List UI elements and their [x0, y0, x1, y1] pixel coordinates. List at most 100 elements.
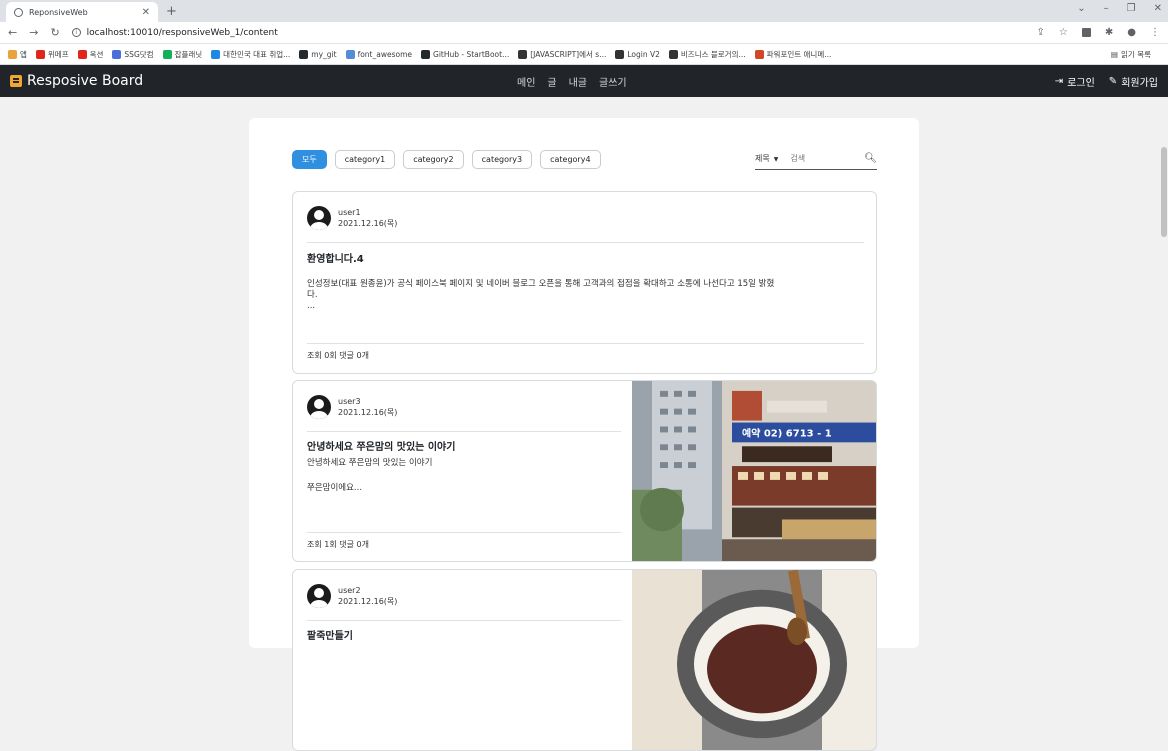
menu-item-posts[interactable]: 글 — [547, 74, 556, 89]
tab-search-icon[interactable]: ⌄ — [1077, 3, 1085, 14]
bookmark-item[interactable]: 옥션 — [77, 49, 103, 60]
divider — [307, 242, 864, 243]
page-scrollbar[interactable] — [1160, 97, 1168, 635]
user-edit-icon: ✎ — [1108, 75, 1118, 87]
back-icon[interactable]: ← — [8, 26, 17, 39]
post-excerpt: 인성정보(대표 원종윤)가 공식 페이스북 페이지 및 네이버 블로그 오픈을 … — [307, 279, 775, 311]
post-date: 2021.12.16(목) — [338, 219, 398, 228]
bookmark-item[interactable]: my_git — [299, 49, 337, 59]
user-avatar-icon — [307, 584, 331, 608]
main-menu: 메인 글 내글 글쓰기 — [517, 74, 627, 89]
forward-icon[interactable]: → — [29, 26, 38, 39]
divider — [307, 343, 864, 344]
menu-item-write[interactable]: 글쓰기 — [599, 74, 627, 89]
bookmark-item[interactable]: font_awesome — [345, 49, 412, 59]
post-date: 2021.12.16(목) — [338, 597, 398, 606]
menu-item-main[interactable]: 메인 — [517, 74, 535, 89]
post-stats: 조회 0회 댓글 0개 — [307, 351, 369, 360]
bookmark-item[interactable]: 비즈니스 블로거의... — [668, 49, 746, 60]
profile-icon[interactable]: ● — [1127, 27, 1136, 38]
browser-tab[interactable]: ReponsiveWeb ✕ — [6, 2, 158, 22]
filter-category4[interactable]: category4 — [540, 150, 601, 169]
bookmark-item[interactable]: 잡플래닛 — [162, 49, 202, 60]
kebab-menu-icon[interactable]: ⋮ — [1150, 27, 1160, 38]
filter-category1[interactable]: category1 — [334, 150, 396, 169]
bookmark-item[interactable]: 위메프 — [35, 49, 69, 60]
bookmark-favicon-icon — [77, 49, 87, 59]
tab-close-icon[interactable]: ✕ — [142, 7, 150, 18]
bookmark-item[interactable]: [JAVASCRIPT]에서 s... — [518, 49, 606, 60]
post-thumbnail-image[interactable]: 예약 02) 6713 - 1 — [632, 381, 876, 561]
login-link[interactable]: ⇥ 로그인 — [1055, 74, 1095, 89]
post-author: user1 — [338, 208, 361, 217]
divider — [307, 620, 621, 621]
filter-all[interactable]: 모두 — [292, 150, 327, 169]
divider — [307, 532, 621, 533]
post-excerpt: 안녕하세요 쭈은맘의 맛있는 이야기 — [307, 458, 433, 468]
post-title[interactable]: 안녕하세요 쭈은맘의 맛있는 이야기 — [307, 438, 455, 453]
post-meta: user3 2021.12.16(목) — [307, 395, 397, 419]
window-controls: ⌄ – ❐ ✕ — [1077, 3, 1162, 14]
url-field[interactable]: i localhost:10010/responsiveWeb_1/conten… — [71, 27, 1037, 38]
bookmark-item[interactable]: Login V2 — [615, 49, 660, 59]
post-card[interactable]: user3 2021.12.16(목) 안녕하세요 쭈은맘의 맛있는 이야기 안… — [292, 380, 877, 562]
divider — [307, 431, 621, 432]
close-window-icon[interactable]: ✕ — [1154, 3, 1162, 14]
search-bar: 제목▼ 🔍︎ — [755, 148, 877, 170]
bookmark-favicon-icon — [162, 49, 172, 59]
bookmark-item[interactable]: 파워포인트 애니메... — [754, 49, 831, 60]
category-filters: 모두 category1 category2 category3 categor… — [292, 150, 601, 169]
filter-category3[interactable]: category3 — [471, 150, 533, 169]
caret-down-icon: ▼ — [773, 156, 779, 163]
post-title[interactable]: 환영합니다.4 — [307, 250, 364, 265]
address-bar: ← → ↻ i localhost:10010/responsiveWeb_1/… — [0, 22, 1168, 44]
filter-category2[interactable]: category2 — [403, 150, 464, 169]
sign-text: 예약 02) 6713 - 1 — [742, 426, 832, 439]
extension-icon[interactable] — [1081, 28, 1091, 37]
scrollbar-thumb[interactable] — [1161, 147, 1167, 237]
search-type-select[interactable]: 제목 ▼ — [755, 153, 778, 164]
bookmark-favicon-icon — [35, 49, 45, 59]
auth-links: ⇥ 로그인 ✎ 회원가입 — [1055, 74, 1158, 89]
flag-icon — [345, 49, 355, 59]
home-icon — [615, 49, 625, 59]
post-author: user2 — [338, 586, 361, 595]
browser-tab-strip: ReponsiveWeb ✕ + ⌄ – ❐ ✕ — [0, 0, 1168, 22]
star-icon[interactable]: ☆ — [1059, 27, 1068, 38]
puzzle-icon[interactable]: ✱ — [1105, 27, 1113, 38]
globe-icon — [14, 7, 23, 17]
post-thumbnail-image[interactable] — [632, 570, 876, 750]
post-author: user3 — [338, 397, 361, 406]
minimize-icon[interactable]: – — [1104, 3, 1109, 14]
site-navbar: Resposive Board 메인 글 내글 글쓰기 ⇥ 로그인 ✎ 회원가입 — [0, 65, 1168, 97]
post-meta: user1 2021.12.16(목) — [307, 206, 397, 230]
bookmarks-bar: 앱 위메프 옥션 SSG닷컴 잡플래닛 대한민국 대표 취업... my_git… — [0, 44, 1168, 65]
info-icon[interactable]: i — [71, 28, 81, 37]
reading-list[interactable]: ▤ 읽기 목록 — [1111, 49, 1151, 60]
brand-name: Resposive Board — [27, 73, 144, 89]
post-card[interactable]: user2 2021.12.16(목) 팥죽만들기 — [292, 569, 877, 751]
bookmark-item[interactable]: 앱 — [8, 49, 27, 60]
signup-link[interactable]: ✎ 회원가입 — [1109, 74, 1158, 89]
bookmark-favicon-icon — [112, 49, 122, 59]
bookmark-item[interactable]: GitHub - StartBoot... — [421, 49, 509, 59]
content-card: 모두 category1 category2 category3 categor… — [249, 118, 919, 751]
post-card[interactable]: user1 2021.12.16(목) 환영합니다.4 인성정보(대표 원종윤)… — [292, 191, 877, 374]
bookmark-item[interactable]: 대한민국 대표 취업... — [211, 49, 290, 60]
list-icon — [10, 75, 22, 87]
github-icon — [299, 49, 309, 59]
restore-icon[interactable]: ❐ — [1127, 3, 1136, 14]
search-icon[interactable]: 🔍︎ — [864, 153, 877, 164]
post-excerpt: 쭈은맘이에요... — [307, 483, 363, 493]
menu-item-my-posts[interactable]: 내글 — [569, 74, 587, 89]
reading-list-icon: ▤ — [1110, 49, 1119, 59]
bookmark-item[interactable]: SSG닷컴 — [112, 49, 154, 60]
search-input[interactable] — [790, 154, 851, 163]
sign-in-icon: ⇥ — [1054, 75, 1064, 87]
new-tab-icon[interactable]: + — [166, 4, 177, 19]
reload-icon[interactable]: ↻ — [50, 26, 59, 39]
url-text: localhost:10010/responsiveWeb_1/content — [86, 27, 278, 38]
user-avatar-icon — [307, 395, 331, 419]
brand-link[interactable]: Resposive Board — [10, 73, 143, 89]
share-icon[interactable]: ⇪ — [1037, 27, 1045, 38]
